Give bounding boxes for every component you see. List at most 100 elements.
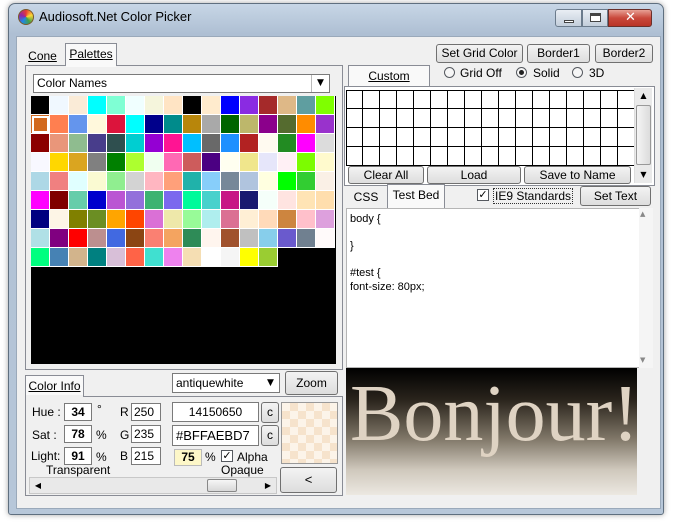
palette-swatch[interactable] [88,153,107,172]
palette-swatch[interactable] [259,248,278,267]
custom-palette-grid[interactable] [346,88,635,166]
3d-radio[interactable] [572,67,583,78]
palette-swatch[interactable] [259,191,278,210]
custom-palette-cell[interactable] [584,128,601,147]
palette-swatch[interactable] [50,210,69,229]
palette-swatch[interactable] [221,191,240,210]
palette-swatch[interactable] [202,115,221,134]
palette-swatch[interactable] [183,172,202,191]
palette-swatch[interactable] [164,229,183,248]
copy-hex-button[interactable]: c [261,425,279,446]
palette-swatch[interactable] [88,229,107,248]
palette-swatch[interactable] [107,248,126,267]
palette-swatch[interactable] [278,191,297,210]
palette-swatch[interactable] [221,96,240,115]
palette-swatch[interactable] [50,248,69,267]
custom-palette-cell[interactable] [397,90,414,109]
palette-swatch[interactable] [202,96,221,115]
chevron-right-icon[interactable]: ▶ [261,478,275,493]
custom-palette-cell[interactable] [482,128,499,147]
palette-swatch[interactable] [107,96,126,115]
palette-swatch[interactable] [88,191,107,210]
palette-swatch[interactable] [164,248,183,267]
custom-palette-cell[interactable] [482,90,499,109]
palette-swatch[interactable] [107,191,126,210]
chevron-up-icon[interactable]: ▲ [635,88,652,104]
custom-palette-cell[interactable] [601,90,618,109]
custom-palette-cell[interactable] [499,109,516,128]
set-grid-color-button[interactable]: Set Grid Color [436,44,523,63]
palette-swatch[interactable] [145,172,164,191]
custom-palette-cell[interactable] [448,147,465,166]
custom-palette-cell[interactable] [618,128,635,147]
editor-scrollbar[interactable]: ▲ ▼ [639,208,653,368]
palette-swatch[interactable] [107,172,126,191]
palette-swatch[interactable] [240,210,259,229]
palette-swatch[interactable] [164,172,183,191]
custom-palette-cell[interactable] [533,147,550,166]
palette-swatch[interactable] [278,229,297,248]
custom-palette-cell[interactable] [397,147,414,166]
custom-palette-cell[interactable] [618,147,635,166]
grid-off-radio[interactable] [444,67,455,78]
palette-swatch[interactable] [297,191,316,210]
palette-swatch[interactable] [126,153,145,172]
palette-swatch[interactable] [31,191,50,210]
palette-swatch[interactable] [278,115,297,134]
palette-swatch[interactable] [221,229,240,248]
chevron-down-icon[interactable]: ▼ [311,75,329,92]
custom-palette-cell[interactable] [618,90,635,109]
chevron-down-icon[interactable]: ▼ [262,374,279,392]
alpha-checkbox[interactable]: ✓ [221,450,233,462]
apply-color-button[interactable]: < [280,467,337,493]
custom-palette-cell[interactable] [465,109,482,128]
solid-radio[interactable] [516,67,527,78]
custom-palette-cell[interactable] [363,109,380,128]
zoom-button[interactable]: Zoom [285,371,338,395]
border2-button[interactable]: Border2 [595,44,653,63]
custom-palette-cell[interactable] [414,109,431,128]
palette-swatch[interactable] [259,172,278,191]
palette-swatch[interactable] [107,134,126,153]
custom-palette-cell[interactable] [380,147,397,166]
clear-all-button[interactable]: Clear All [348,166,424,184]
palette-swatch[interactable] [202,229,221,248]
chevron-up-icon[interactable]: ▲ [640,210,645,218]
palette-swatch[interactable] [164,96,183,115]
custom-palette-cell[interactable] [550,109,567,128]
palette-swatch[interactable] [183,153,202,172]
custom-palette-cell[interactable] [346,109,363,128]
palette-swatch[interactable] [221,153,240,172]
border1-button[interactable]: Border1 [527,44,590,63]
palette-swatch[interactable] [240,191,259,210]
palette-swatch[interactable] [316,172,335,191]
palette-swatch[interactable] [183,248,202,267]
palette-swatch[interactable] [69,115,88,134]
palette-swatch[interactable] [69,172,88,191]
palette-swatch[interactable] [88,248,107,267]
custom-palette-cell[interactable] [380,109,397,128]
custom-palette-cell[interactable] [465,128,482,147]
palette-swatch[interactable] [145,96,164,115]
palette-grid[interactable] [31,96,336,364]
custom-palette-cell[interactable] [584,90,601,109]
custom-palette-cell[interactable] [414,90,431,109]
palette-swatch[interactable] [297,96,316,115]
minimize-button[interactable] [555,9,582,27]
custom-palette-cell[interactable] [465,147,482,166]
palette-swatch[interactable] [221,134,240,153]
palette-swatch[interactable] [145,153,164,172]
palette-swatch[interactable] [50,172,69,191]
palette-swatch[interactable] [50,153,69,172]
custom-palette-cell[interactable] [397,128,414,147]
chevron-down-icon[interactable]: ▼ [640,356,645,364]
tab-custom-palette[interactable]: Custom Palette [348,65,430,103]
custom-palette-cell[interactable] [363,147,380,166]
palette-swatch[interactable] [164,191,183,210]
palette-swatch[interactable] [164,210,183,229]
palette-swatch[interactable] [240,229,259,248]
palette-swatch[interactable] [69,153,88,172]
palette-swatch[interactable] [31,229,50,248]
palette-swatch[interactable] [183,210,202,229]
palette-swatch[interactable] [88,96,107,115]
